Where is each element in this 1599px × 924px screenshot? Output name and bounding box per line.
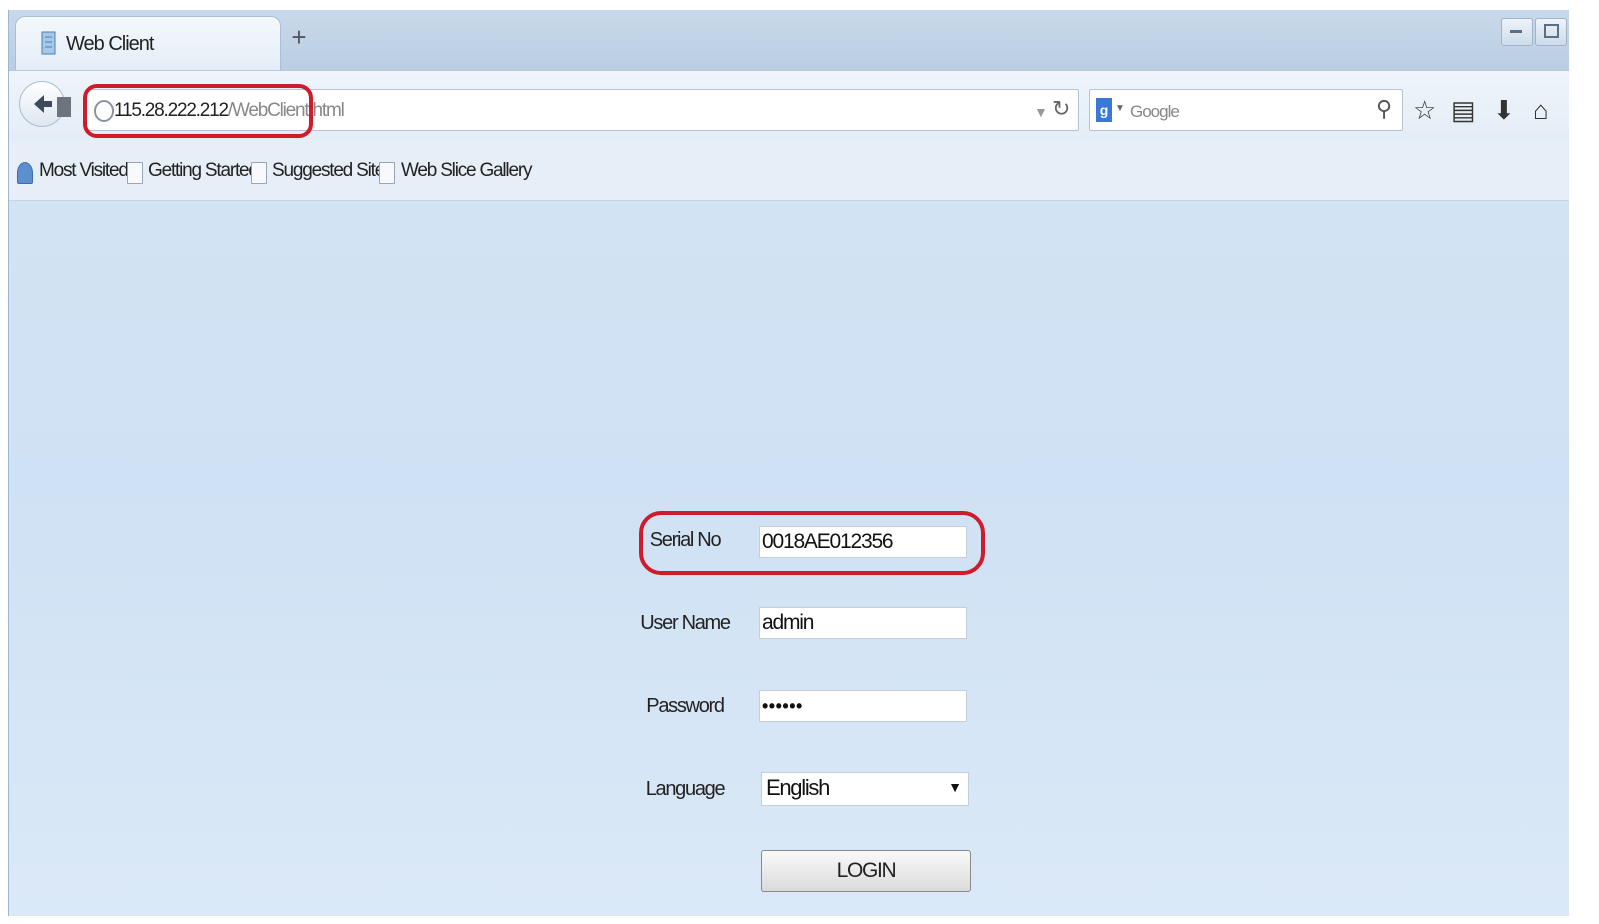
username-label: User Name — [640, 612, 731, 634]
page-content: Serial No 0018AE012356 User Name admin P… — [9, 201, 1569, 916]
reload-icon[interactable]: ↻ — [1052, 96, 1070, 122]
tab-web-client[interactable]: Web Client — [15, 16, 281, 73]
restore-button[interactable] — [1535, 18, 1567, 46]
chevron-down-icon: ▼ — [948, 779, 962, 795]
search-bar[interactable]: g ▼ Google ⚲ — [1089, 89, 1403, 131]
bookmark-web-slice-gallery[interactable]: Web Slice Gallery — [401, 160, 532, 182]
browser-window: Web Client + 115.28.222.212/WebClient.ht… — [8, 10, 1569, 916]
search-placeholder: Google — [1130, 102, 1180, 121]
restore-icon — [1544, 24, 1559, 38]
minimize-button[interactable] — [1501, 18, 1533, 46]
page-favicon-icon — [41, 31, 56, 55]
password-label: Password — [646, 695, 725, 717]
serial-highlight-annotation — [639, 511, 985, 575]
username-input[interactable]: admin — [759, 607, 967, 639]
bookmarks-toolbar: Most Visited Getting Started Suggested S… — [9, 140, 1569, 201]
home-icon[interactable]: ⌂ — [1533, 95, 1549, 125]
bookmark-getting-started[interactable]: Getting Started — [148, 160, 259, 182]
language-label: Language — [645, 778, 726, 800]
page-icon — [379, 162, 395, 184]
page-icon — [127, 162, 143, 184]
bookmark-suggested-sites[interactable]: Suggested Sites — [272, 160, 394, 182]
engine-dropdown-icon[interactable]: ▼ — [1115, 103, 1125, 114]
password-input[interactable]: •••••• — [759, 690, 967, 722]
language-select[interactable]: English ▼ — [761, 772, 969, 806]
minimize-icon — [1510, 30, 1522, 33]
new-tab-button[interactable]: + — [287, 24, 311, 50]
search-engine-icon[interactable]: g — [1096, 98, 1112, 122]
page-icon — [251, 162, 267, 184]
back-arrow-icon — [34, 95, 52, 113]
star-icon[interactable]: ☆ — [1413, 95, 1436, 125]
url-highlight-annotation — [83, 84, 313, 138]
most-visited-icon — [17, 162, 33, 184]
clipboard-icon[interactable]: ▤ — [1451, 95, 1476, 125]
tab-title: Web Client — [66, 33, 154, 55]
identity-icon[interactable] — [57, 97, 71, 117]
download-arrow-icon[interactable]: ⬇ — [1493, 95, 1515, 125]
history-dropdown-icon[interactable]: ▼ — [1034, 104, 1048, 120]
language-value: English — [766, 775, 830, 800]
magnifier-icon[interactable]: ⚲ — [1376, 96, 1392, 122]
bookmark-most-visited[interactable]: Most Visited — [39, 160, 129, 182]
tab-strip: Web Client + — [9, 10, 1569, 73]
login-button[interactable]: LOGIN — [761, 850, 971, 892]
